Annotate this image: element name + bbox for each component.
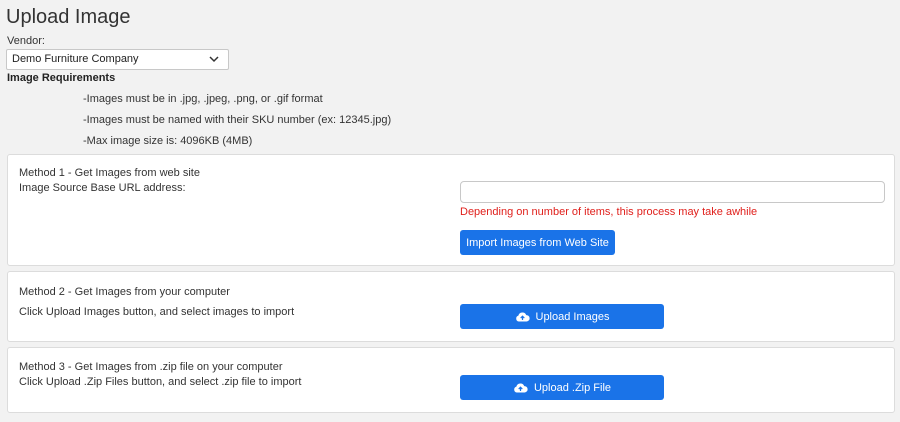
method3-card: Method 3 - Get Images from .zip file on …: [7, 347, 895, 413]
requirement-size: -Max image size is: 4096KB (4MB): [83, 135, 253, 147]
requirement-format: -Images must be in .jpg, .jpeg, .png, or…: [83, 93, 323, 105]
method1-field-label: Image Source Base URL address:: [19, 182, 186, 194]
vendor-select[interactable]: Demo Furniture Company: [6, 49, 229, 70]
upload-zip-button[interactable]: Upload .Zip File: [460, 375, 664, 400]
vendor-label: Vendor:: [7, 35, 45, 47]
vendor-select-value: Demo Furniture Company: [12, 53, 139, 65]
import-from-website-button[interactable]: Import Images from Web Site: [460, 230, 615, 255]
image-source-url-input[interactable]: [460, 181, 885, 203]
requirement-naming: -Images must be named with their SKU num…: [83, 114, 392, 126]
method2-card: Method 2 - Get Images from your computer…: [7, 271, 895, 342]
requirements-heading: Image Requirements: [7, 72, 116, 84]
method1-title: Method 1 - Get Images from web site: [19, 167, 200, 179]
method2-title: Method 2 - Get Images from your computer: [19, 286, 230, 298]
cloud-upload-icon: [514, 382, 528, 392]
method3-instruction: Click Upload .Zip Files button, and sele…: [19, 376, 302, 388]
method3-title: Method 3 - Get Images from .zip file on …: [19, 361, 283, 373]
method1-card: Method 1 - Get Images from web site Imag…: [7, 154, 895, 266]
method1-warning: Depending on number of items, this proce…: [460, 206, 758, 218]
upload-images-button[interactable]: Upload Images: [460, 304, 664, 329]
chevron-down-icon: [209, 56, 219, 63]
upload-images-label: Upload Images: [535, 310, 610, 323]
upload-zip-label: Upload .Zip File: [533, 381, 612, 394]
method2-instruction: Click Upload Images button, and select i…: [19, 306, 295, 318]
import-from-website-label: Import Images from Web Site: [466, 236, 609, 249]
page-title: Upload Image: [6, 6, 131, 28]
cloud-upload-icon: [515, 311, 530, 321]
